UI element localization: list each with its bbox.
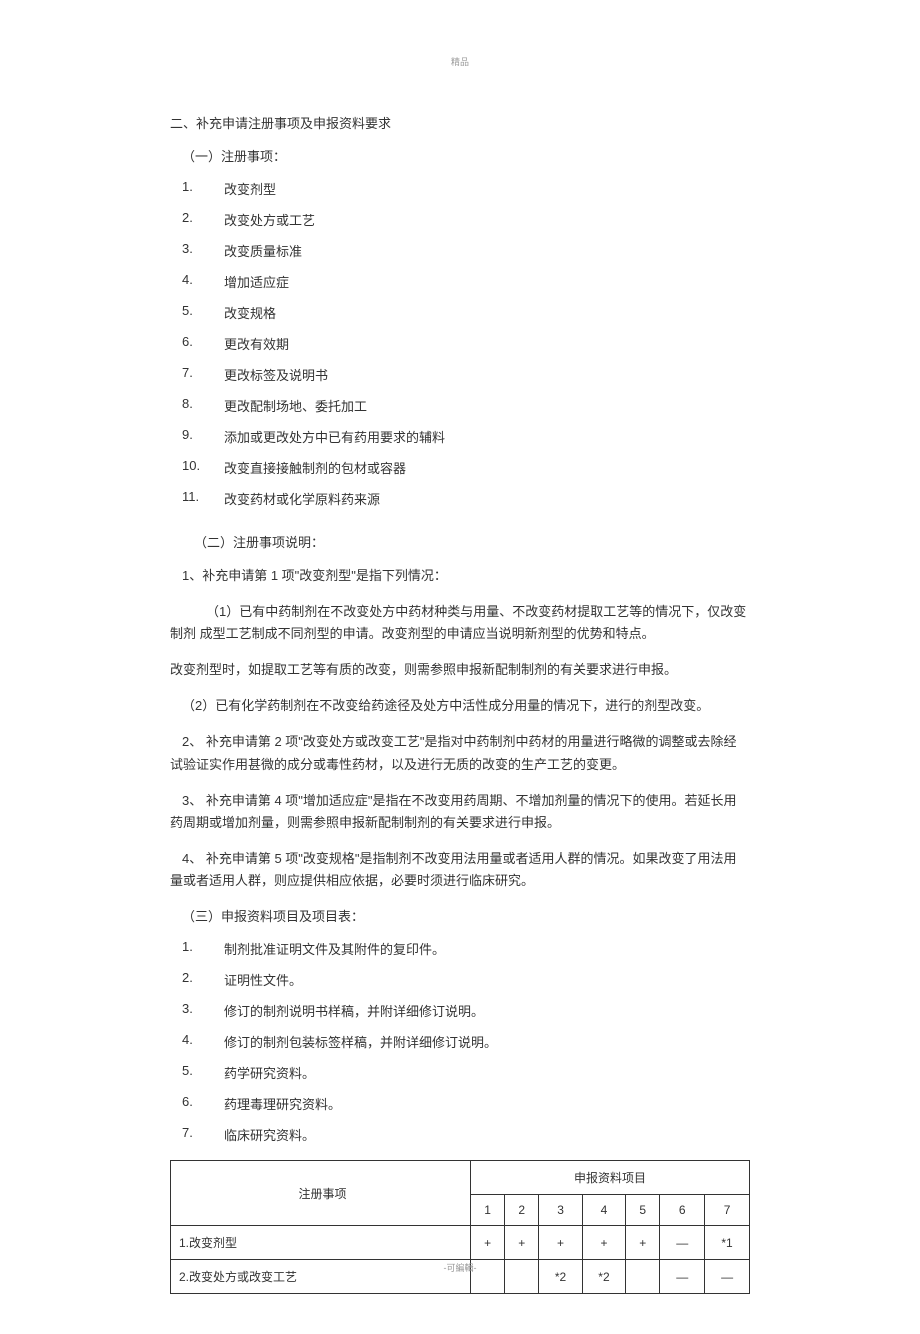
list-text: 改变处方或工艺 xyxy=(224,210,750,229)
reg-item: 6. 更改有效期 xyxy=(170,334,750,353)
header-watermark: 精品 xyxy=(170,55,750,68)
reg-item: 8. 更改配制场地、委托加工 xyxy=(170,396,750,415)
registration-items-title: （一）注册事项： xyxy=(170,146,750,165)
explanation-3: 3、 补充申请第 4 项"增加适应症"是指在不改变用药周期、不增加剂量的情况下的… xyxy=(170,790,750,834)
table-col-num: 2 xyxy=(505,1195,539,1226)
table-col-num: 5 xyxy=(626,1195,660,1226)
list-number: 10. xyxy=(182,458,224,477)
table-col-num: 3 xyxy=(539,1195,582,1226)
list-text: 改变规格 xyxy=(224,303,750,322)
list-text: 更改配制场地、委托加工 xyxy=(224,396,750,415)
reg-item: 9. 添加或更改处方中已有药用要求的辅料 xyxy=(170,427,750,446)
list-number: 7. xyxy=(182,365,224,384)
list-number: 11. xyxy=(182,489,224,508)
table-cell: + xyxy=(505,1226,539,1260)
material-item: 5. 药学研究资料。 xyxy=(170,1063,750,1082)
material-item: 4. 修订的制剂包装标签样稿，并附详细修订说明。 xyxy=(170,1032,750,1051)
document-page: 精品 二、补充申请注册事项及申报资料要求 （一）注册事项： 1. 改变剂型 2.… xyxy=(0,0,920,1334)
table-header-row: 注册事项 申报资料项目 xyxy=(171,1161,750,1195)
reg-item: 11. 改变药材或化学原料药来源 xyxy=(170,489,750,508)
material-item: 7. 临床研究资料。 xyxy=(170,1125,750,1144)
reg-item: 5. 改变规格 xyxy=(170,303,750,322)
list-number: 6. xyxy=(182,334,224,353)
footer-watermark: -可編輯- xyxy=(0,1261,920,1274)
material-item: 1. 制剂批准证明文件及其附件的复印件。 xyxy=(170,939,750,958)
materials-title: （三）申报资料项目及项目表： xyxy=(170,906,750,925)
list-number: 8. xyxy=(182,396,224,415)
table-header-reg: 注册事项 xyxy=(171,1161,471,1226)
table-cell: + xyxy=(626,1226,660,1260)
reg-item: 10. 改变直接接触制剂的包材或容器 xyxy=(170,458,750,477)
table-cell: + xyxy=(539,1226,582,1260)
table-row: 1.改变剂型 + + + + + — *1 xyxy=(171,1226,750,1260)
table-cell: *1 xyxy=(705,1226,750,1260)
list-text: 改变剂型 xyxy=(224,179,750,198)
list-number: 7. xyxy=(182,1125,224,1144)
list-number: 4. xyxy=(182,1032,224,1051)
list-number: 3. xyxy=(182,1001,224,1020)
table-cell: + xyxy=(471,1226,505,1260)
list-number: 3. xyxy=(182,241,224,260)
table-col-num: 4 xyxy=(582,1195,625,1226)
list-text: 证明性文件。 xyxy=(224,970,302,989)
explanation-1-p2: 改变剂型时，如提取工艺等有质的改变，则需参照申报新配制制剂的有关要求进行申报。 xyxy=(170,659,750,681)
list-text: 改变药材或化学原料药来源 xyxy=(224,489,750,508)
list-text: 修订的制剂说明书样稿，并附详细修订说明。 xyxy=(224,1001,484,1020)
list-number: 6. xyxy=(182,1094,224,1113)
list-text: 修订的制剂包装标签样稿，并附详细修订说明。 xyxy=(224,1032,497,1051)
explanation-2: 2、 补充申请第 2 项"改变处方或改变工艺"是指对中药制剂中药材的用量进行略微… xyxy=(170,731,750,775)
table-col-num: 6 xyxy=(660,1195,705,1226)
explanation-1-p3: （2）已有化学药制剂在不改变给药途径及处方中活性成分用量的情况下，进行的剂型改变… xyxy=(170,695,750,717)
material-item: 6. 药理毒理研究资料。 xyxy=(170,1094,750,1113)
table-row-label: 1.改变剂型 xyxy=(171,1226,471,1260)
list-number: 2. xyxy=(182,210,224,229)
list-text: 改变质量标准 xyxy=(224,241,750,260)
list-text: 制剂批准证明文件及其附件的复印件。 xyxy=(224,939,445,958)
reg-item: 3. 改变质量标准 xyxy=(170,241,750,260)
explanation-title: （二）注册事项说明： xyxy=(170,532,750,551)
material-item: 2. 证明性文件。 xyxy=(170,970,750,989)
list-number: 4. xyxy=(182,272,224,291)
table-col-num: 7 xyxy=(705,1195,750,1226)
table-cell: — xyxy=(660,1226,705,1260)
list-text: 更改标签及说明书 xyxy=(224,365,750,384)
list-text: 临床研究资料。 xyxy=(224,1125,315,1144)
explanation-4: 4、 补充申请第 5 项"改变规格"是指制剂不改变用法用量或者适用人群的情况。如… xyxy=(170,848,750,892)
list-number: 5. xyxy=(182,303,224,322)
section-title: 二、补充申请注册事项及申报资料要求 xyxy=(170,113,750,132)
list-text: 药理毒理研究资料。 xyxy=(224,1094,341,1113)
reg-item: 7. 更改标签及说明书 xyxy=(170,365,750,384)
list-text: 增加适应症 xyxy=(224,272,750,291)
list-number: 5. xyxy=(182,1063,224,1082)
reg-item: 4. 增加适应症 xyxy=(170,272,750,291)
reg-item: 2. 改变处方或工艺 xyxy=(170,210,750,229)
list-text: 药学研究资料。 xyxy=(224,1063,315,1082)
table-cell: + xyxy=(582,1226,625,1260)
list-number: 1. xyxy=(182,939,224,958)
list-text: 更改有效期 xyxy=(224,334,750,353)
explanation-1-p1: （1）已有中药制剂在不改变处方中药材种类与用量、不改变药材提取工艺等的情况下，仅… xyxy=(170,601,750,645)
list-number: 2. xyxy=(182,970,224,989)
table-col-num: 1 xyxy=(471,1195,505,1226)
list-text: 改变直接接触制剂的包材或容器 xyxy=(224,458,750,477)
list-number: 1. xyxy=(182,179,224,198)
list-text: 添加或更改处方中已有药用要求的辅料 xyxy=(224,427,750,446)
list-number: 9. xyxy=(182,427,224,446)
reg-item: 1. 改变剂型 xyxy=(170,179,750,198)
table-header-materials: 申报资料项目 xyxy=(471,1161,750,1195)
material-item: 3. 修订的制剂说明书样稿，并附详细修订说明。 xyxy=(170,1001,750,1020)
explanation-1-lead: 1、补充申请第 1 项"改变剂型"是指下列情况： xyxy=(170,565,750,587)
